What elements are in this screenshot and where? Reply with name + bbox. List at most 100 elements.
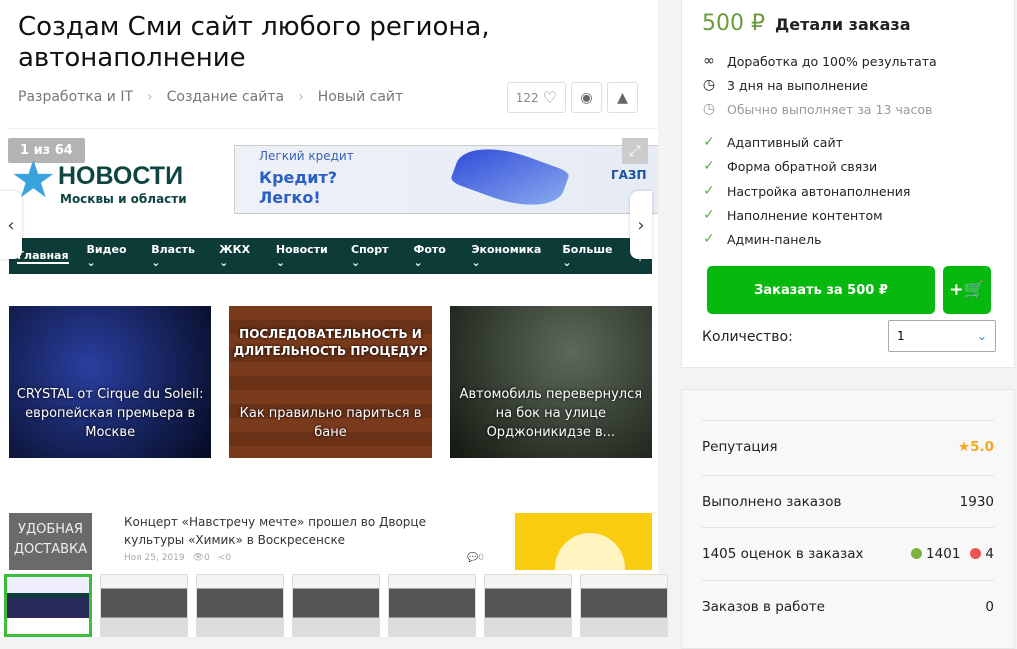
feature-text: Адаптивный сайт	[727, 134, 843, 150]
check-icon: ✓	[703, 183, 715, 199]
stat-label: 1405 оценок в заказах	[702, 545, 864, 562]
quantity-label: Количество:	[702, 329, 793, 345]
thumbnail[interactable]	[100, 574, 188, 637]
plus-label: +	[949, 280, 964, 300]
news-card: CRYSTAL от Cirque du Soleil: европейская…	[9, 306, 212, 458]
term-text: Доработка до 100% результата	[727, 53, 937, 69]
term-item: ◷ 3 дня на выполнение	[701, 77, 868, 93]
thumbnail-strip	[4, 574, 668, 637]
positive-count: 1401	[926, 545, 961, 562]
nav-item: ЖКХ ⌄	[219, 243, 251, 269]
gallery-image[interactable]: 1 из 64 ⤢ ★ НОВОСТИ Москвы и области Лег…	[0, 136, 658, 570]
clock-icon: ◷	[702, 77, 716, 93]
feature-item: ✓ Админ-панель	[701, 231, 821, 247]
views-icon: 👁0	[192, 553, 210, 563]
thumbnail[interactable]	[580, 574, 668, 637]
eye-icon: ◉	[580, 89, 593, 106]
warning-icon: ▲	[617, 89, 628, 106]
card-title: CRYSTAL от Cirque du Soleil: европейская…	[16, 387, 204, 440]
nav-item: Видео ⌄	[86, 243, 127, 269]
logo-subtitle: Москвы и области	[60, 192, 187, 206]
order-details-title: Детали заказа	[775, 15, 911, 34]
cart-icon: 🛒	[963, 280, 985, 300]
fullscreen-icon[interactable]: ⤢	[622, 138, 648, 164]
clock-muted-icon: ◷	[702, 101, 716, 117]
quantity-select[interactable]: 1 ⌄	[888, 320, 996, 352]
gig-main: Создам Сми сайт любого региона, автонапо…	[0, 0, 668, 637]
feature-text: Форма обратной связи	[727, 158, 878, 174]
thumbnail[interactable]	[4, 574, 92, 637]
news-views: 0	[204, 553, 210, 563]
card-overlay-text: ПОСЛЕДОВАТЕЛЬНОСТЬ И ДЛИТЕЛЬНОСТЬ ПРОЦЕД…	[233, 327, 428, 358]
negative-dot-icon	[970, 547, 982, 559]
report-button[interactable]: ▲	[607, 82, 638, 113]
heart-icon: ♡	[542, 88, 557, 107]
gallery-prev-button[interactable]: ‹	[0, 191, 22, 259]
feature-item: ✓ Наполнение контентом	[701, 207, 883, 223]
breadcrumb: Разработка и IT › Создание сайта › Новый с…	[18, 89, 403, 105]
term-item: ◷ Обычно выполняет за 13 часов	[701, 101, 932, 117]
delivery-banner: УДОБНАЯ ДОСТАВКА	[9, 513, 92, 570]
check-icon: ✓	[703, 231, 715, 247]
feature-item: ✓ Настройка автонаполнения	[701, 183, 910, 199]
share-icon: <0	[217, 553, 232, 563]
order-panel: 500 ₽ Детали заказа ∞ Доработка до 100% р…	[681, 0, 1015, 368]
news-shares: 0	[225, 553, 232, 563]
add-to-cart-button[interactable]: + 🛒	[943, 266, 991, 314]
stat-ratings: 1405 оценок в заказах 1401 4	[702, 527, 994, 579]
infinity-icon: ∞	[703, 53, 715, 69]
news-comments: 0	[478, 553, 484, 563]
logo-title: НОВОСТИ	[58, 162, 184, 190]
check-icon: ✓	[703, 134, 715, 150]
feature-text: Наполнение контентом	[727, 207, 883, 223]
stat-value: 1930	[959, 493, 994, 510]
page-title: Создам Сми сайт любого региона, автонапо…	[18, 12, 490, 73]
stat-reputation: Репутация ★5.0	[702, 420, 994, 472]
stat-label: Репутация	[702, 438, 778, 455]
nav-item: Власть ⌄	[151, 243, 195, 269]
feature-item: ✓ Форма обратной связи	[701, 158, 877, 174]
nav-item: Фото ⌄	[413, 243, 446, 269]
gallery-counter: 1 из 64	[8, 138, 85, 163]
comment-icon: 💬0	[467, 553, 484, 563]
ad-headline: Легко!	[259, 188, 321, 207]
card-title: Как правильно париться в бане	[239, 406, 422, 440]
stat-label: Выполнено заказов	[702, 493, 842, 510]
negative-count: 4	[985, 545, 994, 562]
news-meta: Ноя 25, 2019 👁0 <0 💬0	[124, 553, 484, 563]
news-title: Концерт «Навстречу мечте» прошел во Двор…	[124, 515, 426, 547]
watch-button[interactable]: ◉	[571, 82, 602, 113]
chevron-right-icon: ›	[298, 89, 304, 105]
stat-label: Заказов в работе	[702, 598, 825, 615]
site-nav: Главная Видео ⌄ Власть ⌄ ЖКХ ⌄ Новости ⌄…	[9, 238, 652, 274]
feature-text: Админ-панель	[727, 231, 822, 247]
order-button[interactable]: Заказать за 500 ₽	[707, 266, 935, 314]
thumbnail[interactable]	[292, 574, 380, 637]
nav-item: Новости ⌄	[275, 243, 328, 269]
thumbnail[interactable]	[196, 574, 284, 637]
thumbnail[interactable]	[388, 574, 476, 637]
star-icon: ★	[957, 438, 971, 455]
positive-dot-icon	[911, 547, 923, 559]
gallery-next-button[interactable]: ›	[630, 191, 652, 259]
stat-in-work: Заказов в работе 0	[702, 580, 994, 632]
nav-item: Экономика ⌄	[471, 243, 542, 269]
chevron-right-icon: ›	[147, 89, 153, 105]
news-date: Ноя 25, 2019	[124, 553, 185, 563]
ad-brand: ГАЗП	[611, 168, 647, 182]
ad-label: Легкий кредит	[259, 149, 354, 163]
breadcrumb-item[interactable]: Новый сайт	[318, 89, 403, 105]
nav-item: Больше ⌄	[562, 243, 613, 269]
feature-text: Настройка автонаполнения	[727, 183, 911, 199]
breadcrumb-item[interactable]: Разработка и IT	[18, 89, 133, 105]
thumbnail[interactable]	[484, 574, 572, 637]
like-count: 122	[515, 90, 539, 105]
breadcrumb-item[interactable]: Создание сайта	[167, 89, 284, 105]
stat-completed: Выполнено заказов 1930	[702, 475, 994, 527]
term-text: 3 дня на выполнение	[727, 77, 868, 93]
news-card: ПОСЛЕДОВАТЕЛЬНОСТЬ И ДЛИТЕЛЬНОСТЬ ПРОЦЕД…	[229, 306, 432, 458]
price: 500 ₽	[702, 11, 765, 36]
like-button[interactable]: 122 ♡	[506, 82, 566, 113]
card-title: Автомобиль перевернулся на бок на улице …	[459, 387, 643, 440]
seller-stats: Репутация ★5.0 Выполнено заказов 1930 1405…	[681, 389, 1015, 649]
